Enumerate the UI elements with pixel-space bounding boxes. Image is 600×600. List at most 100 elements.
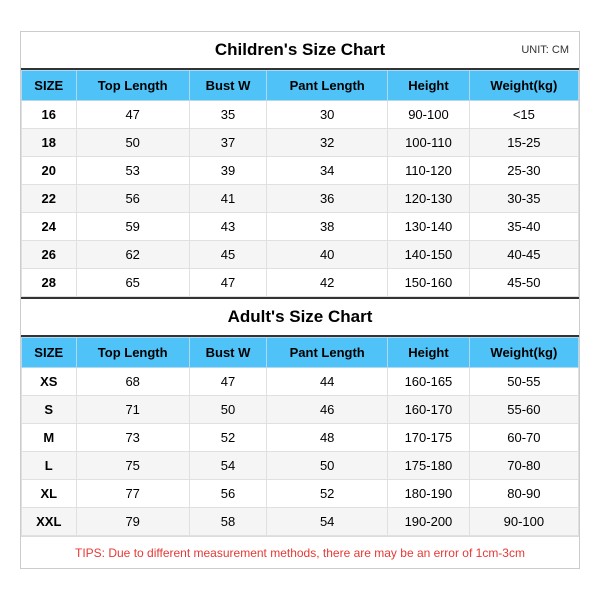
table-cell: 55-60 <box>469 396 578 424</box>
table-cell: 54 <box>267 508 388 536</box>
table-cell: S <box>22 396 77 424</box>
table-cell: 50-55 <box>469 368 578 396</box>
table-cell: 41 <box>189 185 266 213</box>
table-cell: M <box>22 424 77 452</box>
table-cell: 68 <box>76 368 189 396</box>
table-cell: 160-170 <box>388 396 470 424</box>
table-row: 22564136120-13030-35 <box>22 185 579 213</box>
table-row: XXL795854190-20090-100 <box>22 508 579 536</box>
table-cell: 34 <box>267 157 388 185</box>
table-cell: 130-140 <box>388 213 470 241</box>
table-cell: 44 <box>267 368 388 396</box>
adult-title-row: Adult's Size Chart <box>21 297 579 337</box>
table-row: M735248170-17560-70 <box>22 424 579 452</box>
table-cell: 24 <box>22 213 77 241</box>
table-cell: 38 <box>267 213 388 241</box>
table-cell: 175-180 <box>388 452 470 480</box>
table-row: L755450175-18070-80 <box>22 452 579 480</box>
table-cell: 26 <box>22 241 77 269</box>
children-col-pant: Pant Length <box>267 71 388 101</box>
table-cell: 30 <box>267 101 388 129</box>
adult-col-top-length: Top Length <box>76 338 189 368</box>
table-cell: 47 <box>189 269 266 297</box>
children-table: SIZE Top Length Bust W Pant Length Heigh… <box>21 70 579 297</box>
children-chart-title: Children's Size Chart <box>215 40 385 60</box>
table-cell: XL <box>22 480 77 508</box>
table-cell: 75 <box>76 452 189 480</box>
children-col-bust: Bust W <box>189 71 266 101</box>
table-cell: 48 <box>267 424 388 452</box>
unit-label: UNIT: CM <box>521 44 569 56</box>
table-cell: 47 <box>189 368 266 396</box>
table-cell: 77 <box>76 480 189 508</box>
table-cell: 35-40 <box>469 213 578 241</box>
table-cell: 30-35 <box>469 185 578 213</box>
table-cell: 120-130 <box>388 185 470 213</box>
table-cell: 90-100 <box>388 101 470 129</box>
table-cell: 160-165 <box>388 368 470 396</box>
table-row: XL775652180-19080-90 <box>22 480 579 508</box>
table-cell: 28 <box>22 269 77 297</box>
table-cell: 43 <box>189 213 266 241</box>
table-cell: 52 <box>189 424 266 452</box>
size-chart-wrapper: Children's Size Chart UNIT: CM SIZE Top … <box>20 31 580 569</box>
table-cell: 46 <box>267 396 388 424</box>
table-cell: 39 <box>189 157 266 185</box>
table-cell: 32 <box>267 129 388 157</box>
table-cell: L <box>22 452 77 480</box>
table-cell: 53 <box>76 157 189 185</box>
table-cell: 50 <box>76 129 189 157</box>
adult-chart-title: Adult's Size Chart <box>228 307 373 327</box>
children-col-size: SIZE <box>22 71 77 101</box>
table-cell: 20 <box>22 157 77 185</box>
table-row: 26624540140-15040-45 <box>22 241 579 269</box>
children-header-row: SIZE Top Length Bust W Pant Length Heigh… <box>22 71 579 101</box>
table-cell: 15-25 <box>469 129 578 157</box>
table-cell: 140-150 <box>388 241 470 269</box>
table-cell: 36 <box>267 185 388 213</box>
table-cell: 40 <box>267 241 388 269</box>
adult-col-size: SIZE <box>22 338 77 368</box>
table-cell: 35 <box>189 101 266 129</box>
children-col-weight: Weight(kg) <box>469 71 578 101</box>
table-cell: 58 <box>189 508 266 536</box>
adult-col-pant: Pant Length <box>267 338 388 368</box>
table-cell: XXL <box>22 508 77 536</box>
table-cell: 79 <box>76 508 189 536</box>
adult-table: SIZE Top Length Bust W Pant Length Heigh… <box>21 337 579 536</box>
tips-row: TIPS: Due to different measurement metho… <box>21 536 579 568</box>
adult-table-header: SIZE Top Length Bust W Pant Length Heigh… <box>22 338 579 368</box>
table-cell: 70-80 <box>469 452 578 480</box>
table-cell: 56 <box>189 480 266 508</box>
table-row: 24594338130-14035-40 <box>22 213 579 241</box>
adult-col-weight: Weight(kg) <box>469 338 578 368</box>
table-cell: 71 <box>76 396 189 424</box>
table-cell: 60-70 <box>469 424 578 452</box>
table-cell: 90-100 <box>469 508 578 536</box>
table-cell: 52 <box>267 480 388 508</box>
table-cell: 18 <box>22 129 77 157</box>
table-cell: 110-120 <box>388 157 470 185</box>
table-cell: 54 <box>189 452 266 480</box>
table-cell: 47 <box>76 101 189 129</box>
tips-text: TIPS: Due to different measurement metho… <box>75 546 525 560</box>
table-cell: 25-30 <box>469 157 578 185</box>
table-row: 1647353090-100<15 <box>22 101 579 129</box>
table-cell: 190-200 <box>388 508 470 536</box>
table-cell: 50 <box>189 396 266 424</box>
table-cell: 62 <box>76 241 189 269</box>
table-cell: 59 <box>76 213 189 241</box>
table-cell: 80-90 <box>469 480 578 508</box>
table-cell: <15 <box>469 101 578 129</box>
children-col-top-length: Top Length <box>76 71 189 101</box>
table-cell: 170-175 <box>388 424 470 452</box>
adult-header-row: SIZE Top Length Bust W Pant Length Heigh… <box>22 338 579 368</box>
adult-col-height: Height <box>388 338 470 368</box>
table-row: 20533934110-12025-30 <box>22 157 579 185</box>
table-cell: 100-110 <box>388 129 470 157</box>
table-cell: 45 <box>189 241 266 269</box>
adult-col-bust: Bust W <box>189 338 266 368</box>
table-row: 28654742150-16045-50 <box>22 269 579 297</box>
children-table-body: 1647353090-100<1518503732100-11015-25205… <box>22 101 579 297</box>
table-cell: 16 <box>22 101 77 129</box>
